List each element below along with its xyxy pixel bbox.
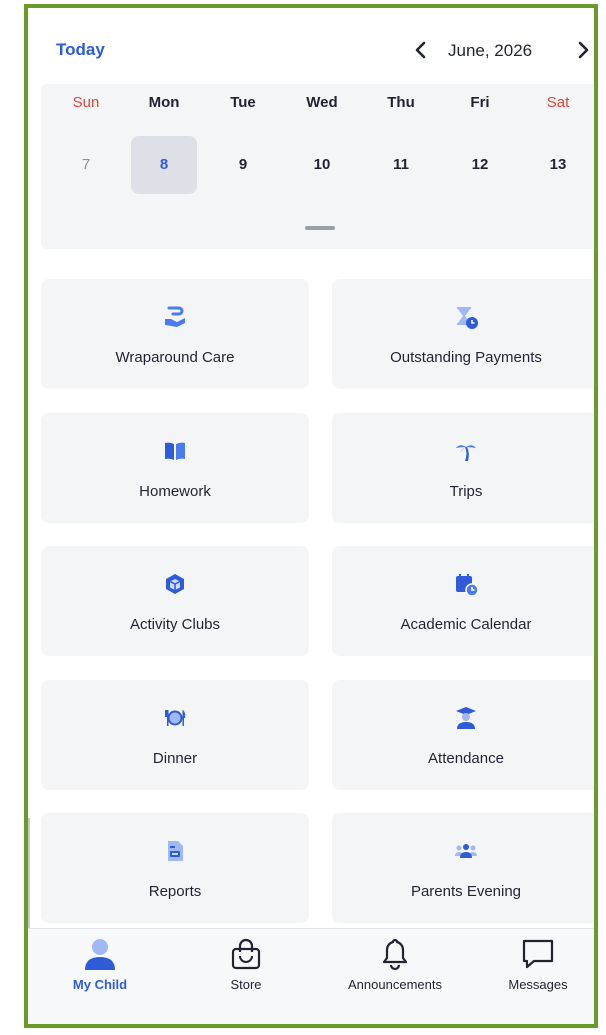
calendar-header: Today June, 2026 bbox=[28, 8, 594, 84]
tab-label: Announcements bbox=[348, 977, 442, 992]
plate-cutlery-icon bbox=[163, 706, 187, 730]
week-calendar: Sun Mon Tue Wed Thu Fri Sat 7 8 9 10 11 … bbox=[41, 84, 594, 249]
date-cell[interactable]: 10 bbox=[289, 136, 355, 194]
weekday-label: Sun bbox=[72, 94, 100, 111]
tile-dinner[interactable]: Dinner bbox=[41, 680, 309, 790]
date-cell[interactable]: 13 bbox=[525, 136, 591, 194]
chevron-right-icon[interactable] bbox=[572, 38, 594, 62]
chat-bubble-icon bbox=[521, 937, 555, 971]
tile-attendance[interactable]: Attendance bbox=[332, 680, 594, 790]
graduate-icon bbox=[454, 706, 478, 730]
tile-wraparound-care[interactable]: Wraparound Care bbox=[41, 279, 309, 389]
person-icon bbox=[83, 937, 117, 971]
hand-care-icon bbox=[163, 305, 187, 329]
bell-icon bbox=[378, 937, 412, 971]
people-group-icon bbox=[454, 839, 478, 863]
tile-label: Activity Clubs bbox=[129, 616, 221, 633]
date-cell[interactable]: 11 bbox=[368, 136, 434, 194]
date-cell[interactable]: 9 bbox=[210, 136, 276, 194]
month-label: June, 2026 bbox=[448, 41, 533, 60]
palm-tree-icon bbox=[454, 439, 478, 463]
tile-trips[interactable]: Trips bbox=[332, 413, 594, 523]
book-icon bbox=[163, 439, 187, 463]
tile-activity-clubs[interactable]: Activity Clubs bbox=[41, 546, 309, 656]
weekday-label: Wed bbox=[306, 94, 338, 111]
weekday-label: Sat bbox=[546, 94, 570, 111]
weekday-label: Tue bbox=[230, 94, 256, 111]
chevron-left-icon[interactable] bbox=[410, 38, 432, 62]
tab-messages[interactable]: Messages bbox=[478, 937, 594, 997]
tile-homework[interactable]: Homework bbox=[41, 413, 309, 523]
hourglass-clock-icon bbox=[454, 305, 478, 329]
tile-label: Attendance bbox=[428, 750, 504, 767]
calendar-clock-icon bbox=[454, 572, 479, 597]
weekday-label: Thu bbox=[387, 94, 415, 111]
date-cell[interactable]: 7 bbox=[53, 136, 119, 194]
tile-outstanding-payments[interactable]: Outstanding Payments bbox=[332, 279, 594, 389]
document-icon bbox=[163, 839, 187, 863]
app-frame: Today June, 2026 Sun Mon Tue Wed Thu Fri… bbox=[24, 4, 598, 1028]
tile-label: Wraparound Care bbox=[115, 349, 235, 366]
date-cell[interactable]: 12 bbox=[447, 136, 513, 194]
tab-store[interactable]: Store bbox=[186, 937, 306, 997]
date-cell-selected[interactable]: 8 bbox=[131, 136, 197, 194]
weekday-label: Mon bbox=[148, 94, 180, 111]
tile-reports[interactable]: Reports bbox=[41, 813, 309, 923]
tile-label: Homework bbox=[139, 483, 211, 500]
tile-parents-evening[interactable]: Parents Evening bbox=[332, 813, 594, 923]
today-button[interactable]: Today bbox=[56, 40, 105, 60]
tab-my-child[interactable]: My Child bbox=[40, 937, 160, 997]
tile-label: Trips bbox=[449, 483, 483, 500]
tab-label: Messages bbox=[508, 977, 568, 992]
tile-label: Dinner bbox=[152, 750, 198, 767]
expand-handle[interactable] bbox=[305, 226, 335, 230]
tab-label: Store bbox=[230, 977, 262, 992]
weekday-label: Fri bbox=[470, 94, 490, 111]
tile-label: Outstanding Payments bbox=[390, 349, 542, 366]
tab-announcements[interactable]: Announcements bbox=[335, 937, 455, 997]
tile-label: Academic Calendar bbox=[400, 616, 532, 633]
box-icon bbox=[163, 572, 187, 596]
tile-label: Parents Evening bbox=[410, 883, 522, 900]
bottom-tab-bar: My Child Store Announcements Messages bbox=[28, 928, 594, 1024]
tile-academic-calendar[interactable]: Academic Calendar bbox=[332, 546, 594, 656]
tile-label: Reports bbox=[148, 883, 202, 900]
tab-label: My Child bbox=[72, 977, 128, 992]
shopping-bag-icon bbox=[229, 937, 263, 971]
